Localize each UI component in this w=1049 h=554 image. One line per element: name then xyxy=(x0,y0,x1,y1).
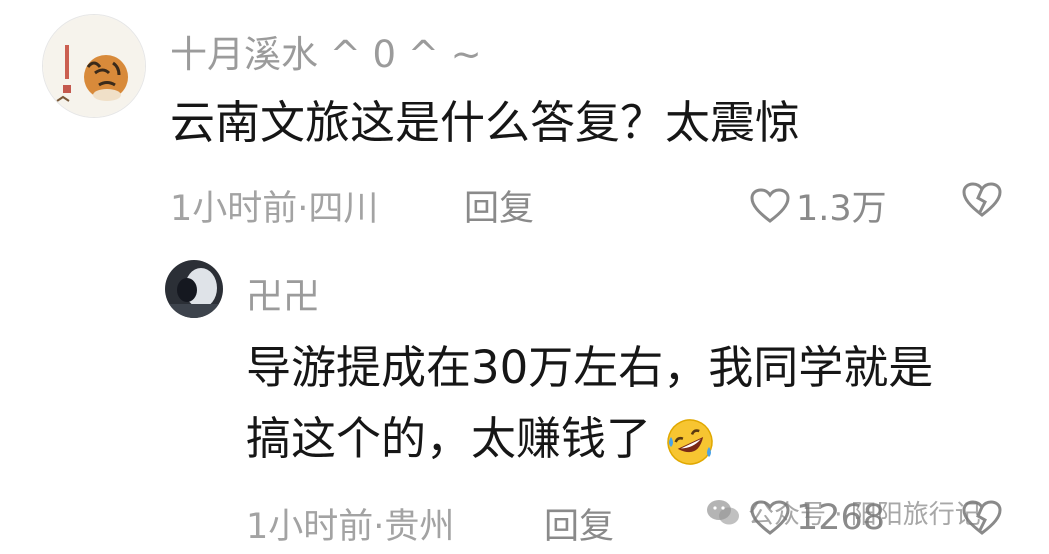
avatar[interactable] xyxy=(42,14,146,118)
reply-username[interactable]: 卍卍 xyxy=(246,266,320,320)
comment-time-location: 1小时前·四川 xyxy=(170,189,379,229)
watermark-text: 公众号 · 阳阳旅行记 xyxy=(748,500,981,530)
tiger-painting-avatar-icon xyxy=(43,15,145,117)
comment-text: 云南文旅这是什么答复？太震惊 xyxy=(170,96,801,149)
wechat-icon xyxy=(707,499,739,524)
dislike-button[interactable] xyxy=(962,182,1002,222)
reply-time-location: 1小时前·贵州 xyxy=(246,507,455,547)
rolling-on-floor-laughing-emoji-icon xyxy=(667,419,714,465)
like-button[interactable]: 1.3万 xyxy=(750,180,887,231)
broken-heart-icon xyxy=(962,182,1002,217)
reply-text-line-2-text: 搞这个的，太赚钱了 xyxy=(246,412,652,465)
reply-button[interactable]: 回复 xyxy=(464,180,534,231)
watermark: 公众号 · 阳阳旅行记 xyxy=(706,494,981,531)
person-photo-avatar-icon xyxy=(165,260,223,318)
reply-text-line-1: 导游提成在30万左右，我同学就是 xyxy=(246,341,934,394)
reply-text-line-2: 搞这个的，太赚钱了 xyxy=(246,416,715,467)
reply-reply-button[interactable]: 回复 xyxy=(544,498,614,549)
comment-username[interactable]: 十月溪水 ^ 0 ^ ~ xyxy=(170,24,482,78)
like-count: 1.3万 xyxy=(796,189,887,229)
heart-outline-icon xyxy=(750,187,790,223)
reply-avatar[interactable] xyxy=(165,260,223,318)
